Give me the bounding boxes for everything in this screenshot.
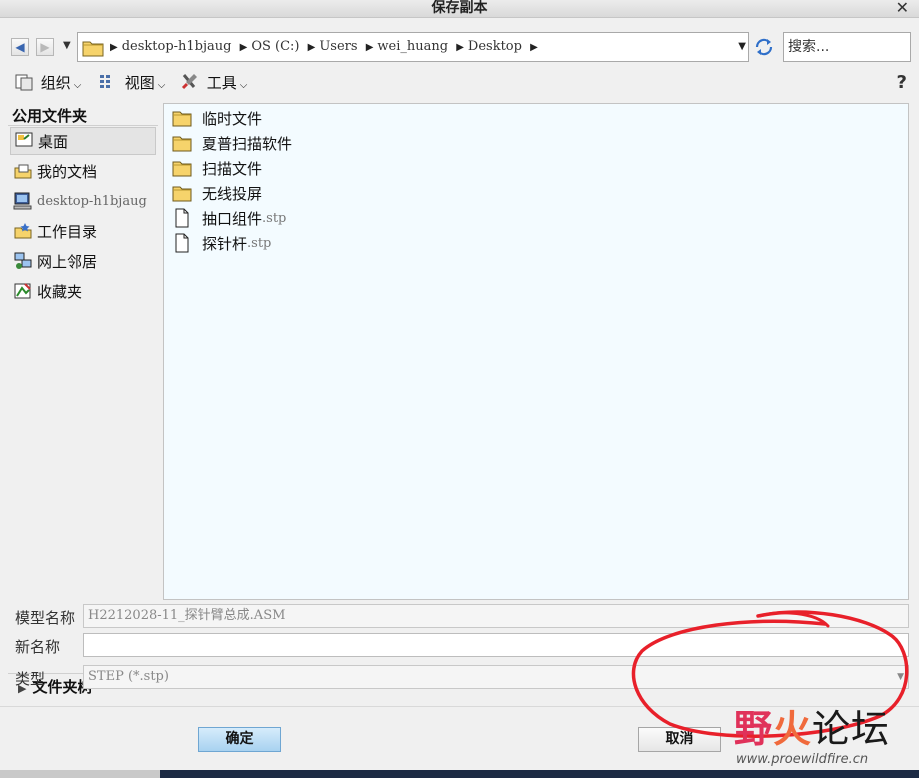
- model-name-field: H2212028-11_探针臂总成.ASM: [83, 604, 909, 628]
- organize-label: 组织: [40, 74, 71, 92]
- new-name-input[interactable]: [83, 633, 909, 657]
- file-list: 临时文件 夏普扫描软件 扫描文件 无线投屏 抽口组件 .stp 探针杆 .stp: [163, 103, 909, 600]
- list-item[interactable]: 夏普扫描软件: [172, 131, 292, 155]
- organize-icon: [15, 74, 33, 91]
- tools-menu[interactable]: 工具 ⌵: [180, 72, 247, 94]
- address-dropdown-icon[interactable]: ▼: [738, 41, 746, 52]
- type-label: 类型: [15, 670, 46, 688]
- organize-menu[interactable]: 组织 ⌵: [14, 72, 81, 94]
- file-name: 临时文件: [202, 109, 263, 128]
- file-extension: .stp: [262, 210, 287, 226]
- list-item[interactable]: 扫描文件: [172, 156, 262, 180]
- sidebar-item-my-documents[interactable]: 我的文档: [10, 157, 156, 185]
- breadcrumb: ▶ desktop-h1bjaug ▶ OS (C:) ▶ Users ▶ wei_hu…: [110, 39, 538, 54]
- sidebar-divider: [8, 125, 158, 126]
- chevron-down-icon: ▼: [897, 672, 904, 682]
- folder-icon: [172, 186, 192, 202]
- folder-icon: [172, 136, 192, 152]
- type-value: STEP (*.stp): [88, 669, 169, 684]
- file-extension: .stp: [247, 235, 272, 251]
- breadcrumb-separator-icon: ▶: [307, 42, 316, 53]
- view-menu[interactable]: 视图 ⌵: [98, 72, 165, 94]
- folder-icon: [172, 161, 192, 177]
- cancel-button[interactable]: 取消: [638, 727, 721, 752]
- breadcrumb-item[interactable]: wei_huang: [377, 39, 448, 54]
- sidebar-item-computer[interactable]: desktop-h1bjaug: [10, 187, 156, 215]
- breadcrumb-separator-icon: ▶: [530, 42, 538, 53]
- breadcrumb-separator-icon: ▶: [110, 42, 118, 53]
- new-name-label: 新名称: [15, 638, 61, 656]
- sidebar-item-label: 工作目录: [37, 222, 98, 241]
- sidebar-item-label: 收藏夹: [37, 282, 83, 301]
- taskbar-left: [0, 770, 160, 778]
- computer-icon: [13, 192, 32, 210]
- sidebar-item-favorites[interactable]: 收藏夹: [10, 277, 156, 305]
- back-arrow-icon[interactable]: ◀: [11, 38, 29, 56]
- my-documents-icon: [14, 164, 32, 179]
- file-name: 扫描文件: [202, 159, 263, 178]
- forward-arrow-icon[interactable]: ▶: [36, 38, 54, 56]
- sidebar-item-working-directory[interactable]: 工作目录: [10, 217, 156, 245]
- watermark-url: www.proewildfire.cn: [736, 752, 869, 767]
- list-item[interactable]: 无线投屏: [172, 181, 262, 205]
- sidebar-header: 公用文件夹: [12, 107, 88, 125]
- sidebar-item-network[interactable]: 网上邻居: [10, 247, 156, 275]
- address-bar[interactable]: ▶ desktop-h1bjaug ▶ OS (C:) ▶ Users ▶ wei_hu…: [77, 32, 749, 62]
- network-icon: [14, 252, 32, 269]
- navigation-bar: ◀ ▶ ▼ ▶ desktop-h1bjaug ▶ OS (C:) ▶ Users ▶…: [0, 32, 919, 62]
- tools-label: 工具: [206, 74, 237, 92]
- sidebar-item-desktop[interactable]: 桌面: [10, 127, 156, 155]
- model-name-label: 模型名称: [15, 609, 76, 627]
- breadcrumb-item[interactable]: Desktop: [468, 39, 522, 54]
- watermark-char: 论坛: [812, 707, 891, 751]
- file-icon: [175, 233, 189, 253]
- sidebar: 公用文件夹 桌面 我的文档 desktop-h1bjaug 工作目录 网上邻居 …: [8, 103, 158, 696]
- working-directory-icon: [14, 223, 32, 239]
- ok-button[interactable]: 确定: [198, 727, 281, 752]
- file-name: 抽口组件: [202, 209, 263, 228]
- list-item[interactable]: 临时文件: [172, 106, 262, 130]
- file-name: 探针杆: [202, 234, 248, 253]
- tools-icon: [181, 74, 197, 90]
- watermark-char: 火: [773, 707, 813, 751]
- view-label: 视图: [124, 74, 155, 92]
- breadcrumb-separator-icon: ▶: [239, 42, 248, 53]
- sidebar-item-label: 网上邻居: [37, 252, 98, 271]
- close-icon[interactable]: ✕: [896, 0, 909, 17]
- toolbar: 组织 ⌵ 视图 ⌵ 工具 ⌵ ?: [0, 70, 919, 96]
- desktop-icon: [15, 132, 33, 147]
- history-dropdown-icon[interactable]: ▼: [63, 40, 71, 51]
- file-name: 夏普扫描软件: [202, 134, 293, 153]
- breadcrumb-item[interactable]: desktop-h1bjaug: [122, 39, 232, 54]
- breadcrumb-item[interactable]: Users: [319, 39, 357, 54]
- chevron-down-icon: ⌵: [73, 80, 82, 91]
- watermark-char: 野: [734, 707, 774, 751]
- taskbar-strip: [0, 770, 919, 778]
- dialog-title: 保存副本: [431, 0, 488, 16]
- forum-watermark: 野火论坛 www.proewildfire.cn: [730, 692, 915, 772]
- list-item[interactable]: 探针杆 .stp: [172, 231, 271, 255]
- title-bar: 保存副本 ✕: [0, 0, 919, 18]
- help-icon[interactable]: ?: [897, 72, 907, 93]
- save-copy-dialog: 保存副本 ✕ ◀ ▶ ▼ ▶ desktop-h1bjaug ▶ OS (C:) ▶…: [0, 0, 919, 778]
- file-name: 无线投屏: [202, 184, 263, 203]
- search-input[interactable]: [783, 32, 911, 62]
- sidebar-item-label: desktop-h1bjaug: [37, 193, 147, 209]
- sidebar-item-label: 桌面: [38, 132, 69, 151]
- chevron-down-icon: ⌵: [239, 80, 248, 91]
- chevron-down-icon: ⌵: [157, 80, 166, 91]
- favorites-icon: [14, 283, 31, 299]
- refresh-icon[interactable]: [753, 36, 775, 58]
- folder-icon: [172, 111, 192, 127]
- view-icon: [100, 75, 110, 88]
- file-icon: [175, 208, 189, 228]
- type-select[interactable]: STEP (*.stp) ▼: [83, 665, 909, 689]
- breadcrumb-separator-icon: ▶: [456, 42, 464, 53]
- watermark-title: 野火论坛: [734, 698, 890, 753]
- breadcrumb-separator-icon: ▶: [365, 42, 374, 53]
- breadcrumb-item[interactable]: OS (C:): [251, 39, 299, 54]
- sidebar-item-label: 我的文档: [37, 162, 98, 181]
- list-item[interactable]: 抽口组件 .stp: [172, 206, 286, 230]
- folder-icon: [82, 41, 104, 57]
